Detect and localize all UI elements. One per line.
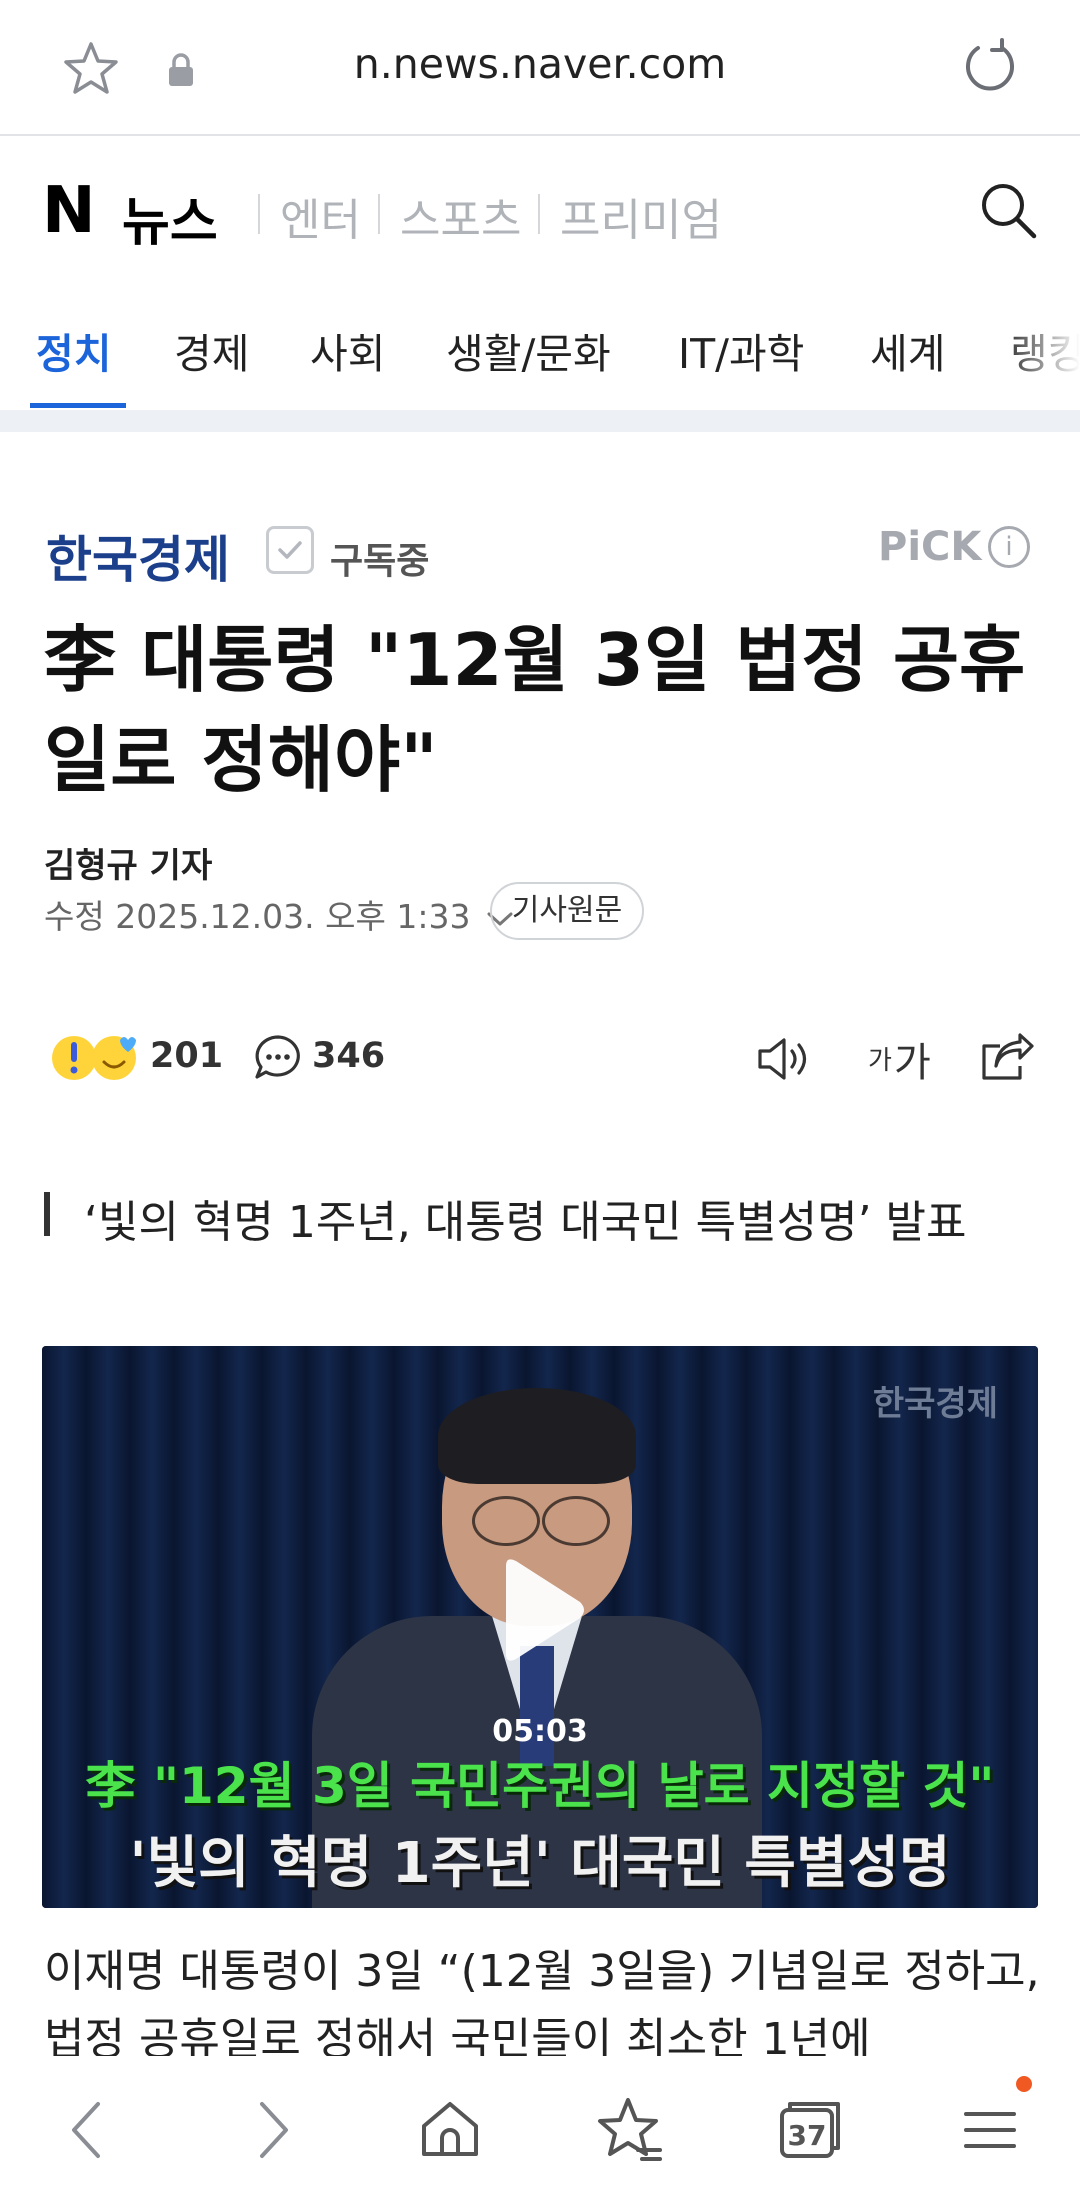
play-icon[interactable] [492, 1556, 588, 1664]
article-subheading: ‘빛의 혁명 1주년, 대통령 대국민 특별성명’ 발표 [84, 1197, 967, 1248]
tab-economy[interactable]: 경제 [174, 320, 249, 380]
active-tab-indicator [30, 403, 126, 408]
article-body: 이재명 대통령이 3일 “(12월 3일을) 기념일로 정하고, 법정 공휴일로… [44, 1946, 1040, 2065]
comment-count[interactable]: 346 [312, 1036, 385, 1076]
search-icon[interactable] [978, 180, 1038, 240]
reaction-count[interactable]: 201 [150, 1036, 223, 1076]
forward-arrow-icon[interactable] [232, 2090, 312, 2170]
section-sports[interactable]: 스포츠 [400, 184, 521, 248]
pick-badge: PiCK [878, 524, 982, 570]
article-date[interactable]: 수정 2025.12.03. 오후 1:33 [44, 890, 515, 938]
header-divider [538, 194, 540, 234]
section-entertainment[interactable]: 엔터 [280, 184, 361, 248]
home-icon[interactable] [410, 2090, 490, 2170]
video-caption-line2: '빛의 혁명 1주년' 대국민 특별성명 [129, 1831, 951, 1896]
section-premium[interactable]: 프리미엄 [560, 184, 722, 248]
subscribe-check-icon[interactable] [266, 526, 314, 574]
speaker-icon[interactable] [756, 1034, 814, 1084]
header-divider [378, 194, 380, 234]
tabs-icon[interactable]: 37 [770, 2090, 850, 2170]
original-article-button[interactable]: 기사원문 [490, 882, 644, 940]
glasses-left [472, 1496, 540, 1546]
tab-society[interactable]: 사회 [310, 320, 385, 380]
video-watermark: 한국경제 [872, 1384, 998, 1424]
comment-icon[interactable] [252, 1032, 304, 1084]
info-icon[interactable]: i [988, 526, 1030, 568]
subscribe-status[interactable]: 구독중 [330, 532, 429, 584]
section-separator [0, 410, 1080, 432]
menu-icon[interactable] [950, 2090, 1030, 2170]
tab-politics[interactable]: 정치 [36, 320, 111, 380]
naver-logo[interactable]: N [42, 174, 96, 248]
font-size-small-label[interactable]: 가 [868, 1040, 892, 1077]
browser-url-bar: n.news.naver.com [0, 0, 1080, 136]
video-player[interactable]: 한국경제 05:03 李 "12월 3일 국민주권의 날로 지정할 것" '빛의… [42, 1346, 1038, 1908]
news-logo-text[interactable]: 뉴스 [122, 180, 218, 255]
browser-bottom-nav [0, 2056, 1080, 2192]
tab-life-culture[interactable]: 생활/문화 [446, 320, 611, 380]
tab-count: 37 [788, 2119, 827, 2152]
glasses-right [542, 1496, 610, 1546]
header-divider [258, 194, 260, 234]
video-caption-line1: 李 "12월 3일 국민주권의 날로 지정할 것" [85, 1757, 995, 1815]
reporter-name[interactable]: 김형규 기자 [44, 838, 212, 887]
reaction-emoji-icon[interactable] [50, 1030, 142, 1086]
tab-world[interactable]: 세계 [870, 320, 945, 380]
share-icon[interactable] [978, 1032, 1034, 1084]
press-logo[interactable]: 한국경제 [46, 520, 230, 592]
speaker-hair [438, 1388, 636, 1484]
date-text: 수정 2025.12.03. 오후 1:33 [44, 897, 471, 936]
font-size-large-label[interactable]: 가 [894, 1030, 931, 1088]
reload-icon[interactable] [962, 38, 1018, 94]
back-arrow-icon[interactable] [48, 2090, 128, 2170]
subheading-bar [44, 1192, 50, 1236]
tab-it-science[interactable]: IT/과학 [678, 320, 804, 380]
url-text[interactable]: n.news.naver.com [0, 40, 1080, 88]
video-duration: 05:03 [492, 1714, 588, 1749]
tab-fade [1000, 300, 1080, 400]
article-headline: 李 대통령 "12월 3일 법정 공휴일로 정해야" [44, 618, 1026, 802]
notification-dot [1016, 2076, 1032, 2092]
bookmarks-icon[interactable] [590, 2090, 670, 2170]
